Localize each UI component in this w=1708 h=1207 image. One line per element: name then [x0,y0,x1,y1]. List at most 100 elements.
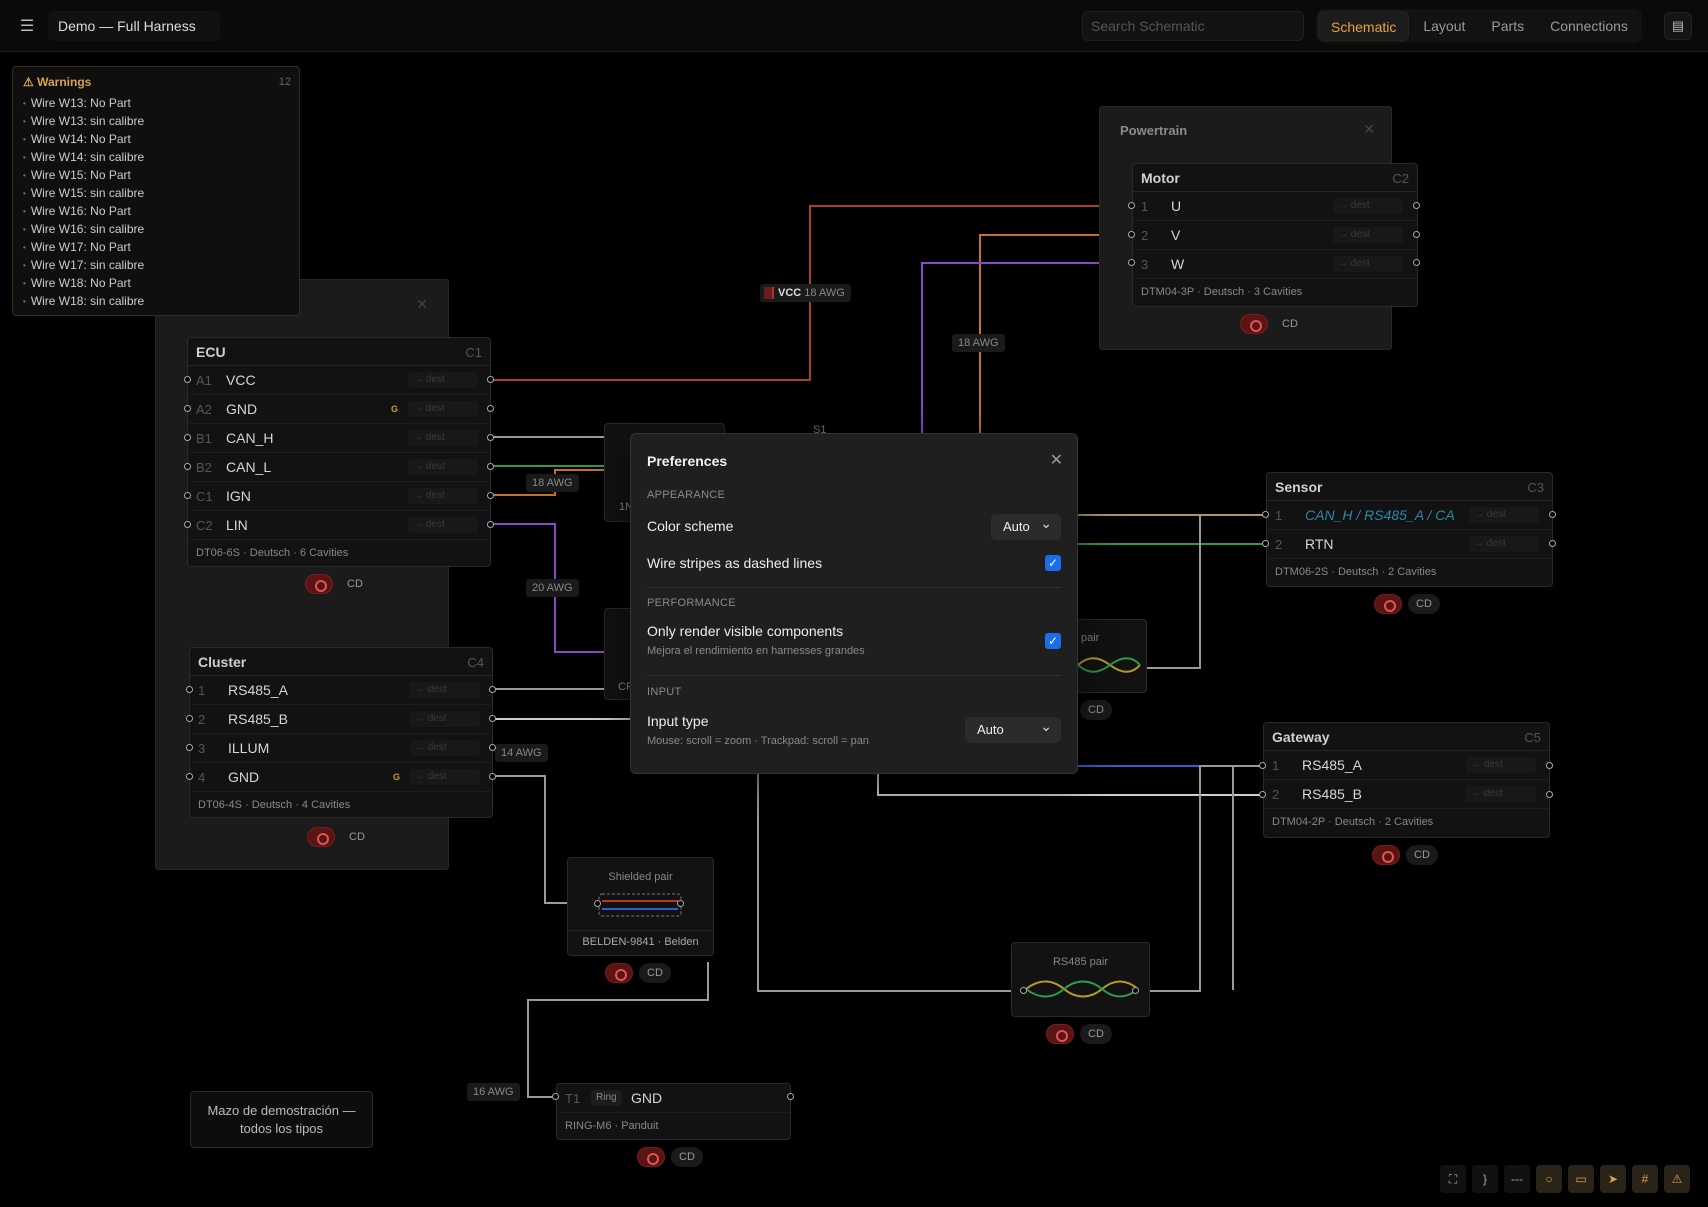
pin-endpoint[interactable] [1413,202,1420,209]
pin-endpoint[interactable] [487,434,494,441]
warning-item[interactable]: Wire W14: No Part [23,130,144,148]
pin-endpoint[interactable] [1128,259,1135,266]
terminal-row[interactable]: T1 Ring GND [557,1084,790,1113]
pin-endpoint[interactable] [184,434,191,441]
pin-endpoint[interactable] [1128,202,1135,209]
pin-dest-input[interactable]: → dest [1333,256,1403,272]
pin-endpoint[interactable] [1546,762,1553,769]
cd-badge[interactable]: CD [671,1147,703,1167]
wire-gauge-label[interactable]: 14 AWG [495,744,548,762]
pin-dest-input[interactable]: → dest [1466,757,1536,773]
pin-row[interactable]: 1 RS485_A → dest [1264,751,1549,780]
cable-shielded-pair[interactable]: Shielded pair BELDEN-9841 · Belden [567,857,714,956]
pin-row[interactable]: 2 RS485_B → dest [1264,780,1549,809]
pin-endpoint[interactable] [487,463,494,470]
input-type-select[interactable]: Auto [965,713,1061,743]
pin-row[interactable]: 1 CAN_H / RS485_A / CAI → dest [1267,501,1552,530]
warning-item[interactable]: Wire W15: No Part [23,166,144,184]
warning-item[interactable]: Wire W17: No Part [23,238,144,256]
record-icon[interactable] [605,963,633,983]
wire-rs485pair-right[interactable] [1150,765,1263,992]
pin-dest-input[interactable]: → dest [408,459,478,475]
pin-endpoint[interactable] [489,715,496,722]
twisted-pair-box[interactable]: pair [1077,619,1147,693]
pin-dest-input[interactable]: → dest [408,488,478,504]
pin-endpoint[interactable] [1262,540,1269,547]
pin-dest-input[interactable]: → dest [408,517,478,533]
cd-badge[interactable]: CD [639,963,671,983]
pin-endpoint[interactable] [184,521,191,528]
pin-row[interactable]: 1 U → dest [1133,192,1417,221]
pin-dest-input[interactable]: → dest [1333,227,1403,243]
pin-endpoint[interactable] [487,376,494,383]
pin-dest-input[interactable]: → dest [408,430,478,446]
record-icon[interactable] [1372,845,1400,865]
wire-gauge-label[interactable]: 18 AWG [526,474,579,492]
connector-cluster[interactable]: Cluster C4 1 RS485_A → dest 2 RS485_B → dest… [189,647,493,818]
pin-endpoint[interactable] [1259,762,1266,769]
pin-endpoint[interactable] [186,686,193,693]
terminal-ring[interactable]: T1 Ring GND RING-M6 · Panduit [556,1083,791,1140]
preferences-dialog[interactable]: Preferences ✕ APPEARANCE Color scheme Au… [630,433,1078,774]
dash-icon[interactable]: --- [1504,1165,1530,1193]
hash-icon[interactable]: # [1632,1165,1658,1193]
pin-endpoint[interactable] [1262,511,1269,518]
fit-icon[interactable]: ⛶ [1440,1165,1466,1193]
warning-item[interactable]: Wire W17: sin calibre [23,256,144,274]
cd-badge[interactable]: CD [1406,845,1438,865]
cd-badge[interactable]: CD [339,574,371,594]
pin-dest-input[interactable]: → dest [408,401,478,417]
pin-dest-input[interactable]: → dest [1469,507,1539,523]
pin-dest-input[interactable]: → dest [1333,198,1403,214]
warning-item[interactable]: Wire W16: No Part [23,202,144,220]
pin-endpoint[interactable] [184,492,191,499]
pin-endpoint[interactable] [1020,987,1027,994]
warning-item[interactable]: Wire W13: No Part [23,94,144,112]
visible-components-checkbox[interactable]: ✓ [1045,633,1061,649]
wire-gauge-label[interactable]: 16 AWG [467,1083,520,1101]
record-icon[interactable] [1240,314,1268,334]
pin-endpoint[interactable] [1549,540,1556,547]
warning-item[interactable]: Wire W14: sin calibre [23,148,144,166]
pin-row[interactable]: 2 RTN → dest [1267,530,1552,559]
pin-endpoint[interactable] [677,900,684,907]
wire-rs485pair-left[interactable] [757,774,1024,992]
warning-item[interactable]: Wire W13: sin calibre [23,112,144,130]
record-icon[interactable] [1374,594,1402,614]
connector-sensor[interactable]: Sensor C3 1 CAN_H / RS485_A / CAI → dest 2… [1266,472,1553,587]
pin-endpoint[interactable] [1259,791,1266,798]
record-icon[interactable] [1046,1024,1074,1044]
warning-item[interactable]: Wire W16: sin calibre [23,220,144,238]
pin-endpoint[interactable] [552,1093,559,1100]
circle-icon[interactable]: ○ [1536,1165,1562,1193]
warning-item[interactable]: Wire W18: No Part [23,274,144,292]
pin-row[interactable]: B2 CAN_L → dest [188,453,490,482]
pin-row[interactable]: 1 RS485_A → dest [190,676,492,705]
pin-endpoint[interactable] [489,744,496,751]
pin-dest-input[interactable]: → dest [410,711,480,727]
pin-row[interactable]: 3 W → dest [1133,250,1417,279]
brace-icon[interactable]: } [1472,1165,1498,1193]
cd-badge[interactable]: CD [1274,314,1306,334]
pin-endpoint[interactable] [787,1093,794,1100]
warning-icon[interactable]: ⚠ [1664,1165,1690,1193]
close-icon[interactable]: ✕ [1050,450,1063,470]
pin-endpoint[interactable] [1413,259,1420,266]
wire-gauge-label[interactable]: 20 AWG [526,579,579,597]
pin-dest-input[interactable]: → dest [410,740,480,756]
connector-motor[interactable]: Motor C2 1 U → dest 2 V → dest 3 W → dest DTM0… [1132,163,1418,307]
pin-dest-input[interactable]: → dest [1469,536,1539,552]
wire-stripes-checkbox[interactable]: ✓ [1045,555,1061,571]
wire-label-vcc[interactable]: VCC 18 AWG [760,284,851,302]
pin-dest-input[interactable]: → dest [410,769,480,785]
pin-row[interactable]: 4 GND G → dest [190,763,492,792]
record-icon[interactable] [637,1147,665,1167]
warnings-panel[interactable]: ⚠ Warnings 12 Wire W13: No Part Wire W13… [12,66,300,316]
cd-badge[interactable]: CD [1408,594,1440,614]
pin-endpoint[interactable] [489,773,496,780]
pin-endpoint[interactable] [1132,987,1139,994]
pin-row[interactable]: 3 ILLUM → dest [190,734,492,763]
arrow-icon[interactable]: ➤ [1600,1165,1626,1193]
cd-badge[interactable]: CD [1080,1024,1112,1044]
sticky-note[interactable]: Mazo de demostración — todos los tipos [190,1091,373,1148]
